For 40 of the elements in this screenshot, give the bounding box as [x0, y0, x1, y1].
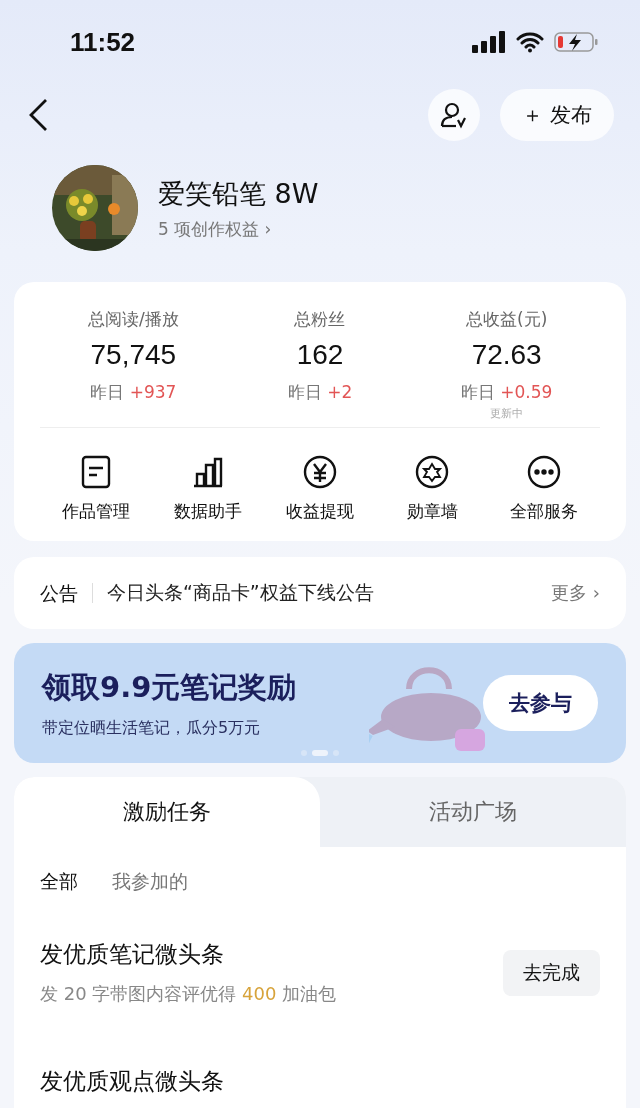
- more-icon: [526, 454, 562, 490]
- tab[interactable]: 激励任务: [14, 777, 320, 847]
- profile-name: 爱笑铅笔 8W: [158, 176, 319, 211]
- promo-banner[interactable]: 领取9.9元笔记奖励 带定位晒生活笔记，瓜分5万元 去参与: [14, 643, 626, 763]
- banner-subtitle: 带定位晒生活笔记，瓜分5万元: [42, 717, 262, 739]
- yen-icon: [302, 454, 338, 490]
- stat-change: 昨日 +2: [287, 381, 353, 404]
- more-link[interactable]: 更多 ›: [551, 581, 600, 605]
- stat-label: 总阅读/播放: [87, 308, 179, 331]
- tab[interactable]: 活动广场: [320, 777, 626, 847]
- creator-rights-link[interactable]: 5 项创作权益 ›: [158, 217, 319, 241]
- battery-icon: [554, 31, 598, 53]
- stat-value: 72.63: [471, 339, 542, 371]
- stat-change: 昨日 +937: [90, 381, 177, 404]
- notice-text[interactable]: 今日头条“商品卡”权益下线公告: [107, 580, 552, 606]
- complete-button[interactable]: 去完成: [503, 949, 600, 996]
- filter-tab[interactable]: 我参加的: [112, 869, 188, 895]
- task-description: 发 20 字带图内容评优得 400 加油包: [40, 982, 338, 1006]
- signal-icon: [472, 31, 506, 53]
- stat-change: 昨日 +0.59: [460, 381, 553, 404]
- stat-value: 162: [296, 339, 344, 371]
- status-time: 11:52: [70, 26, 136, 58]
- service-button[interactable]: 数据助手: [152, 454, 264, 523]
- update-note: 更新中: [490, 406, 524, 421]
- notice-tag: 公告: [40, 583, 93, 603]
- service-button[interactable]: 全部服务: [488, 454, 600, 523]
- banner-title: 领取9.9元笔记奖励: [42, 668, 298, 706]
- join-button[interactable]: 去参与: [483, 675, 598, 731]
- filter-tab[interactable]: 全部: [40, 869, 78, 895]
- star-badge-icon: [414, 454, 450, 490]
- wifi-icon: [516, 31, 544, 53]
- service-button[interactable]: 勋章墙: [376, 454, 488, 523]
- stat-value: 75,745: [90, 339, 177, 371]
- publish-button[interactable]: ＋ 发布: [500, 89, 614, 141]
- task-title: 发优质笔记微头条: [40, 940, 225, 969]
- stat-label: 总收益(元): [466, 308, 548, 331]
- service-button[interactable]: 收益提现: [264, 454, 376, 523]
- task-title: 发优质观点微头条: [40, 1067, 225, 1096]
- stat-label: 总粉丝: [294, 308, 346, 331]
- service-button[interactable]: 作品管理: [40, 454, 152, 523]
